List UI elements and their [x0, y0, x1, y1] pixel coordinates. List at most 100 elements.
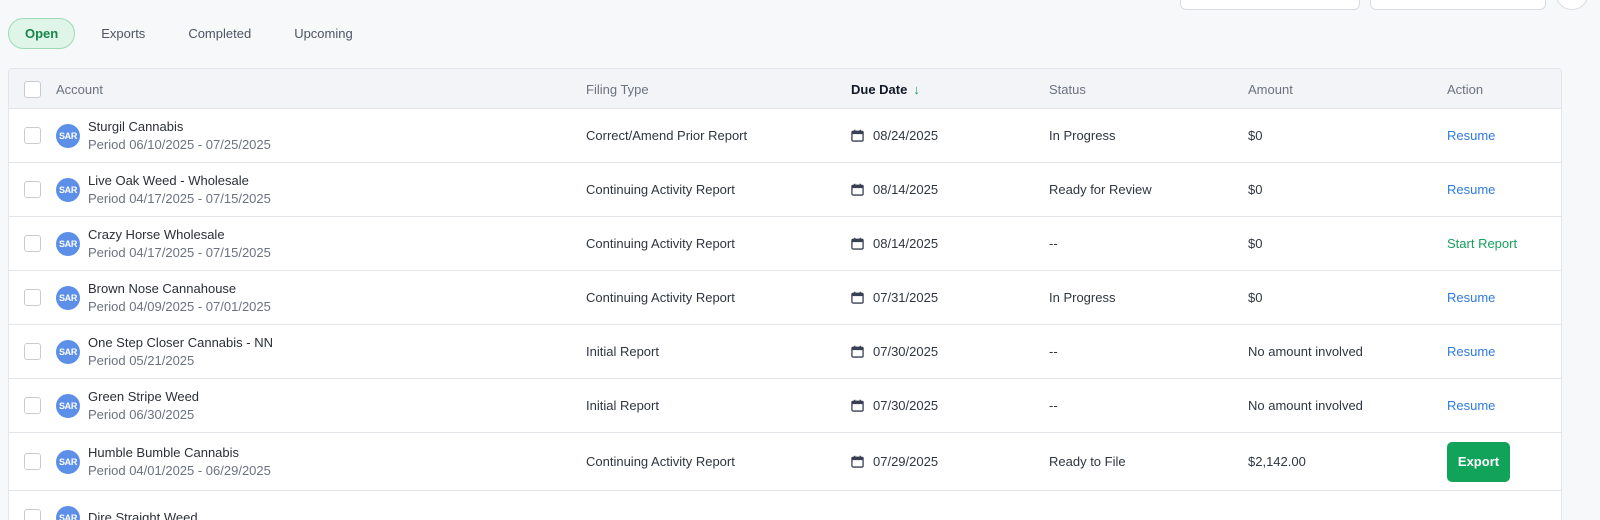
- resume-link[interactable]: Resume: [1447, 290, 1495, 305]
- account-cell: SAR Humble Bumble Cannabis Period 04/01/…: [56, 433, 271, 490]
- action-cell: Resume: [1447, 109, 1495, 162]
- resume-link[interactable]: Resume: [1447, 128, 1495, 143]
- action-cell: Resume: [1447, 379, 1495, 432]
- account-period: Period 05/21/2025: [88, 352, 195, 368]
- account-text: Dire Straight Weed: [88, 509, 198, 520]
- amount-cell: $2,142.00: [1248, 454, 1306, 469]
- top-filter-select[interactable]: [1370, 0, 1546, 10]
- row-checkbox[interactable]: [24, 343, 41, 360]
- account-text: Humble Bumble Cannabis Period 04/01/2025…: [88, 444, 271, 480]
- top-filter-input[interactable]: [1180, 0, 1360, 10]
- account-cell: SAR Live Oak Weed - Wholesale Period 04/…: [56, 163, 271, 216]
- due-date-value: 07/31/2025: [873, 290, 939, 305]
- resume-link[interactable]: Resume: [1447, 344, 1495, 359]
- due-date-cell: 08/24/2025: [851, 109, 938, 162]
- top-round-button[interactable]: [1555, 0, 1589, 10]
- status-cell: Ready for Review: [1049, 182, 1152, 197]
- due-date-cell: 08/14/2025: [851, 217, 938, 270]
- due-date-cell: [851, 491, 873, 520]
- due-date-value: 08/14/2025: [873, 182, 939, 197]
- due-date-cell: 07/29/2025: [851, 433, 938, 490]
- avatar: SAR: [56, 393, 80, 418]
- action-cell: Start Report: [1447, 217, 1517, 270]
- table-row: SAR Dire Straight Weed: [9, 491, 1561, 520]
- header-status[interactable]: Status: [1049, 69, 1086, 109]
- header-filing-type[interactable]: Filing Type: [586, 69, 649, 109]
- avatar: SAR: [56, 285, 80, 310]
- account-text: Green Stripe Weed Period 06/30/2025: [88, 388, 199, 424]
- amount-cell: $0: [1248, 128, 1263, 143]
- account-name: Crazy Horse Wholesale: [88, 226, 225, 242]
- status-cell: Ready to File: [1049, 454, 1126, 469]
- status-cell: --: [1049, 236, 1058, 251]
- due-date-cell: 07/30/2025: [851, 379, 938, 432]
- account-period: Period 06/30/2025: [88, 406, 195, 422]
- account-cell: SAR Crazy Horse Wholesale Period 04/17/2…: [56, 217, 271, 270]
- filing-type-cell: Continuing Activity Report: [586, 236, 735, 251]
- row-select-cell: [24, 109, 41, 162]
- row-select-cell: [24, 163, 41, 216]
- account-cell: SAR Brown Nose Cannahouse Period 04/09/2…: [56, 271, 271, 324]
- tab-exports[interactable]: Exports: [84, 18, 162, 49]
- due-date-cell: 08/14/2025: [851, 163, 938, 216]
- row-checkbox[interactable]: [24, 509, 41, 520]
- status-cell: --: [1049, 344, 1058, 359]
- filings-table: Account Filing Type Due Date ↓ Status Am…: [8, 68, 1562, 520]
- calendar-icon: [851, 129, 864, 142]
- tab-open[interactable]: Open: [8, 18, 76, 49]
- row-checkbox[interactable]: [24, 289, 41, 306]
- account-text: Sturgil Cannabis Period 06/10/2025 - 07/…: [88, 118, 271, 154]
- header-action: Action: [1447, 81, 1484, 97]
- due-date-value: 08/24/2025: [873, 128, 939, 143]
- row-checkbox[interactable]: [24, 127, 41, 144]
- amount-cell: $0: [1248, 290, 1263, 305]
- row-checkbox[interactable]: [24, 397, 41, 414]
- due-date-value: 07/29/2025: [873, 454, 939, 469]
- resume-link[interactable]: Resume: [1447, 182, 1495, 197]
- header-due-date-label: Due Date: [851, 81, 908, 97]
- action-cell: Resume: [1447, 271, 1495, 324]
- table-row: SAR Green Stripe Weed Period 06/30/2025 …: [9, 379, 1561, 433]
- account-cell: SAR Sturgil Cannabis Period 06/10/2025 -…: [56, 109, 271, 162]
- account-period: Period 06/10/2025 - 07/25/2025: [88, 136, 271, 152]
- due-date-value: 07/30/2025: [873, 398, 939, 413]
- avatar: SAR: [56, 231, 80, 256]
- due-date-value: 08/14/2025: [873, 236, 939, 251]
- table-body: SAR Sturgil Cannabis Period 06/10/2025 -…: [9, 109, 1561, 520]
- row-checkbox[interactable]: [24, 235, 41, 252]
- amount-cell: $0: [1248, 182, 1263, 197]
- avatar: SAR: [56, 505, 80, 520]
- account-period: Period 04/01/2025 - 06/29/2025: [88, 462, 271, 478]
- header-due-date[interactable]: Due Date ↓: [851, 69, 920, 109]
- amount-cell: No amount involved: [1248, 398, 1363, 413]
- resume-link[interactable]: Resume: [1447, 398, 1495, 413]
- filing-type-cell: Initial Report: [586, 344, 659, 359]
- header-account[interactable]: Account: [56, 69, 103, 109]
- row-select-cell: [24, 271, 41, 324]
- start-report-link[interactable]: Start Report: [1447, 236, 1517, 251]
- account-period: Period 04/09/2025 - 07/01/2025: [88, 298, 271, 314]
- row-checkbox[interactable]: [24, 453, 41, 470]
- account-cell: SAR Dire Straight Weed: [56, 491, 198, 520]
- status-cell: In Progress: [1049, 290, 1116, 305]
- row-select-cell: [24, 433, 41, 490]
- row-select-cell: [24, 491, 41, 520]
- account-text: Live Oak Weed - Wholesale Period 04/17/2…: [88, 172, 271, 208]
- calendar-icon: [851, 237, 864, 250]
- tab-completed[interactable]: Completed: [171, 18, 268, 49]
- account-name: Brown Nose Cannahouse: [88, 280, 237, 296]
- select-all-checkbox[interactable]: [24, 80, 41, 98]
- avatar: SAR: [56, 449, 80, 474]
- account-name: Dire Straight Weed: [88, 509, 198, 520]
- amount-cell: $0: [1248, 236, 1263, 251]
- row-checkbox[interactable]: [24, 181, 41, 198]
- export-button[interactable]: Export: [1447, 441, 1510, 482]
- account-cell: SAR One Step Closer Cannabis - NN Period…: [56, 325, 273, 378]
- table-row: SAR One Step Closer Cannabis - NN Period…: [9, 325, 1561, 379]
- filing-type-cell: Initial Report: [586, 398, 659, 413]
- tab-upcoming[interactable]: Upcoming: [277, 18, 370, 49]
- account-name: Humble Bumble Cannabis: [88, 444, 240, 460]
- account-name: Sturgil Cannabis: [88, 118, 184, 134]
- due-date-value: 07/30/2025: [873, 344, 939, 359]
- header-amount[interactable]: Amount: [1248, 69, 1293, 109]
